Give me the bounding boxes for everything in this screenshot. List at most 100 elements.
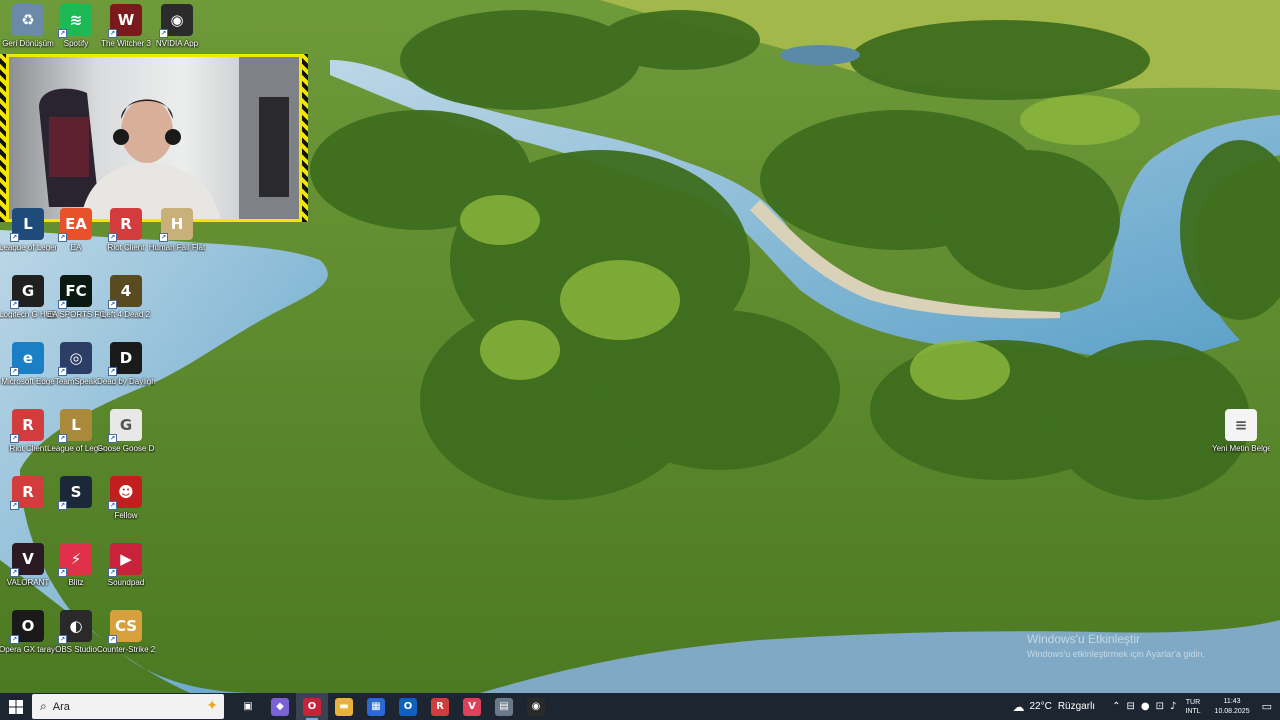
tray-app-icon[interactable]: ⊟	[1126, 701, 1134, 712]
windows-logo-icon	[9, 699, 23, 714]
chevron-up-icon[interactable]: ⌃	[1112, 701, 1120, 712]
desktop-icon-label: Yeni Metin Belgesi	[1212, 444, 1270, 453]
shortcut-arrow-icon: ↗	[10, 233, 19, 242]
spotify-icon: ≋ ↗	[58, 4, 92, 38]
webcam-feed	[9, 57, 299, 219]
counter-strike2-icon: CS ↗	[108, 610, 142, 644]
shortcut-arrow-icon: ↗	[108, 233, 117, 242]
desktop-icon-left4dead2[interactable]: 4 ↗ Left 4 Dead 2	[98, 275, 154, 337]
desktop-icon-label: Fellow	[114, 511, 138, 520]
desktop-icon-soundpad[interactable]: ▶ ↗ Soundpad	[98, 543, 154, 605]
search-highlight-icon: ✦	[206, 698, 218, 714]
fallguys-like-icon: ☻ ↗	[108, 476, 142, 510]
desktop-icon-label: Goose Goose Duck	[97, 444, 155, 453]
file-explorer-icon: ▬	[335, 697, 353, 716]
webcam-frame-left	[0, 54, 6, 222]
weather-widget[interactable]: ☁ 22°C Rüzgarlı	[1012, 700, 1095, 714]
outlook-icon: O	[399, 697, 417, 716]
desktop-icon-label: Dead by Daylight	[97, 377, 155, 386]
valorant-icon: V ↗	[10, 543, 44, 577]
taskbar-app-obs[interactable]: ◉	[520, 693, 552, 720]
riot-icon: R	[431, 697, 449, 716]
opera-gx-icon: O ↗	[10, 610, 44, 644]
steam-icon: S ↗	[58, 476, 92, 510]
start-button[interactable]	[0, 693, 32, 720]
riot-client-2-icon: R ↗	[10, 409, 44, 443]
shortcut-arrow-icon: ↗	[10, 367, 19, 376]
clock-time: 11:43	[1223, 697, 1241, 705]
network-icon[interactable]: ⊡	[1156, 701, 1164, 712]
desktop-icon-riot-client-1[interactable]: R ↗ Riot Client	[98, 208, 154, 270]
taskbar-app-microsoft-store[interactable]: ▦	[360, 693, 392, 720]
speaker-icon[interactable]: ♪	[1170, 701, 1176, 712]
desktop-icon-yeni-metin-belgesi[interactable]: ≡ Yeni Metin Belgesi	[1212, 409, 1270, 471]
nvidia-app-icon: ◉ ↗	[159, 4, 193, 38]
witcher3-icon: W ↗	[108, 4, 142, 38]
obs-studio-icon: ◐ ↗	[58, 610, 92, 644]
desktop-icon-obs-studio[interactable]: ◐ ↗ OBS Studio	[48, 610, 104, 672]
desktop-icon-ea[interactable]: EA ↗ EA	[48, 208, 104, 270]
opera-icon: O	[303, 697, 321, 716]
microphone-icon[interactable]: ●	[1141, 701, 1150, 712]
left4dead2-icon: 4 ↗	[108, 275, 142, 309]
recycle-bin-icon: ♻	[12, 4, 44, 36]
valorant-icon: V	[463, 697, 481, 716]
shortcut-arrow-icon: ↗	[108, 300, 117, 309]
obs-icon: ◉	[527, 697, 545, 716]
weather-icon: ☁	[1012, 699, 1025, 714]
shortcut-arrow-icon: ↗	[10, 635, 19, 644]
taskbar-app-opera[interactable]: O	[296, 693, 328, 720]
desktop-icon-nvidia-app[interactable]: ◉ ↗ NVIDIA App	[149, 4, 205, 66]
desktop-icon-spotify[interactable]: ≋ ↗ Spotify	[48, 4, 104, 66]
clock[interactable]: 11:43 10.08.2025	[1215, 697, 1250, 717]
taskbar-app-outlook[interactable]: O	[392, 693, 424, 720]
notification-icon[interactable]: ▭	[1262, 700, 1272, 713]
shortcut-arrow-icon: ↗	[58, 434, 67, 443]
desktop-icon-fallguys-like[interactable]: ☻ ↗ Fellow	[98, 476, 154, 538]
taskbar-app-task-view[interactable]: ▣	[232, 693, 264, 720]
search-placeholder: Ara	[52, 700, 70, 713]
shortcut-arrow-icon: ↗	[108, 568, 117, 577]
shortcut-arrow-icon: ↗	[58, 635, 67, 644]
taskbar-app-file-explorer[interactable]: ▬	[328, 693, 360, 720]
desktop-icon-label: NVIDIA App	[155, 39, 199, 48]
desktop-icon-label: Counter-Strike 2	[97, 645, 155, 654]
shortcut-arrow-icon: ↗	[108, 434, 117, 443]
desktop-icon-counter-strike2[interactable]: CS ↗ Counter-Strike 2	[97, 610, 155, 672]
goose-goose-duck-icon: G ↗	[108, 409, 142, 443]
shortcut-arrow-icon: ↗	[108, 501, 117, 510]
desktop-icon-witcher3[interactable]: W ↗ The Witcher 3	[98, 4, 154, 66]
taskbar-search-box[interactable]: ⌕ Ara ✦	[32, 694, 224, 719]
riot-client-1-icon: R ↗	[108, 208, 142, 242]
league-of-legends-1-icon: L ↗	[10, 208, 44, 242]
shortcut-arrow-icon: ↗	[159, 29, 168, 38]
desktop-icon-league-of-legends-2[interactable]: L↗League of Legends	[47, 409, 105, 471]
taskbar-app-copilot[interactable]: ◆	[264, 693, 296, 720]
desktop-icon-label: Riot Client	[107, 243, 145, 252]
blitz-icon: ⚡ ↗	[58, 543, 92, 577]
taskbar-app-app-gray[interactable]: ▤	[488, 693, 520, 720]
shortcut-arrow-icon: ↗	[58, 568, 67, 577]
shortcut-arrow-icon: ↗	[10, 434, 19, 443]
search-icon: ⌕	[40, 699, 47, 713]
desktop-icon-steam[interactable]: S ↗	[48, 476, 104, 538]
desktop-icon-human-fall-flat[interactable]: H ↗ Human Fall Flat	[149, 208, 205, 270]
copilot-icon: ◆	[271, 697, 289, 716]
desktop-icon-teamspeak[interactable]: ◎ ↗ TeamSpeak	[48, 342, 104, 404]
webcam-person-illustration	[39, 57, 299, 219]
taskbar-app-riot[interactable]: R	[424, 693, 456, 720]
desktop-icon-blitz[interactable]: ⚡ ↗ Blitz	[48, 543, 104, 605]
shortcut-arrow-icon: ↗	[58, 29, 67, 38]
desktop-icon-goose-goose-duck[interactable]: G↗Goose Goose Duck	[97, 409, 155, 471]
shortcut-arrow-icon: ↗	[108, 29, 117, 38]
language-indicator[interactable]: TUR INTL	[1185, 698, 1200, 716]
weather-temp: 22°C	[1029, 701, 1052, 712]
desktop-icon-ea-fc25[interactable]: FC↗EA SPORTS FC 25	[47, 275, 105, 337]
weather-condition: Rüzgarlı	[1057, 701, 1096, 712]
shortcut-arrow-icon: ↗	[159, 233, 168, 242]
shortcut-arrow-icon: ↗	[10, 568, 19, 577]
human-fall-flat-icon: H ↗	[159, 208, 193, 242]
desktop-icon-dead-by-daylight[interactable]: D ↗ Dead by Daylight	[97, 342, 155, 404]
taskbar-app-valorant[interactable]: V	[456, 693, 488, 720]
dead-by-daylight-icon: D ↗	[108, 342, 142, 376]
